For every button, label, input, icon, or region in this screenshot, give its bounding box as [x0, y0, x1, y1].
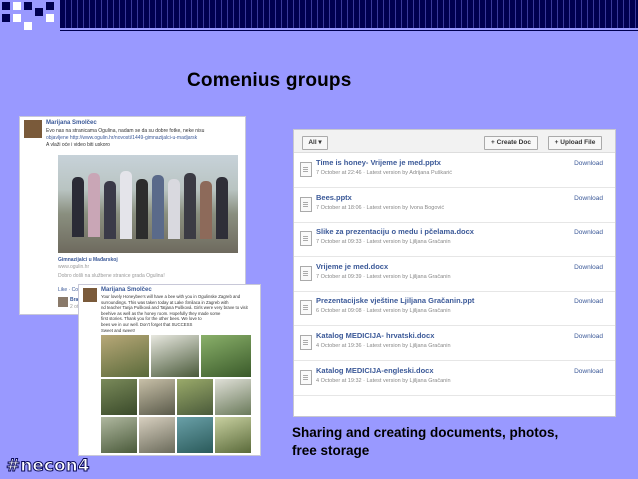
document-icon [300, 231, 312, 247]
doc-name-link[interactable]: Katalog MEDICIJA-engleski.docx [316, 366, 434, 375]
document-icon [300, 196, 312, 212]
doc-meta: 6 October at 09:08 · Latest version by L… [316, 308, 451, 315]
post-text-line: A vlaži oće i video biti uskoro [46, 142, 110, 148]
document-icon [300, 369, 312, 385]
caption-line: free storage [292, 443, 370, 458]
link-description: Dobro došli na službene stranice grada O… [58, 273, 165, 279]
conference-logo: #necon4 [6, 456, 91, 477]
doc-meta: 7 October at 18:06 · Latest version by I… [316, 204, 445, 211]
doc-name-link[interactable]: Time is honey- Vrijeme je med.pptx [316, 158, 441, 167]
post-text-line: Your lovely Honeybee's will have a bee w… [101, 294, 241, 299]
decor-square [24, 2, 32, 10]
photo-thumbnail[interactable] [101, 335, 149, 377]
link-title[interactable]: Gimnazijalci u Mađarskoj [58, 257, 238, 264]
avatar [83, 288, 97, 302]
person-figure [88, 173, 100, 237]
photo-thumbnail[interactable] [101, 379, 137, 415]
download-link[interactable]: Download [574, 229, 603, 236]
photo-thumbnail[interactable] [139, 379, 175, 415]
photo-thumbnail[interactable] [139, 417, 175, 453]
doc-list-item[interactable]: Vrijeme je med.docx 7 October at 09:39 · … [294, 257, 615, 292]
upload-file-button[interactable]: + Upload File [548, 136, 602, 150]
decor-square [46, 14, 54, 22]
create-doc-button[interactable]: + Create Doc [484, 136, 538, 150]
photo-grid [101, 335, 251, 453]
post-author: Marijana Smolčec [101, 287, 152, 293]
download-link[interactable]: Download [574, 333, 603, 340]
document-icon [300, 265, 312, 281]
header-rule [60, 30, 638, 31]
facebook-post-screenshot: Marijana Smolčec Your lovely Honeybee's … [78, 284, 261, 456]
download-link[interactable]: Download [574, 195, 603, 202]
decor-square [2, 14, 10, 22]
group-photo [58, 155, 238, 253]
document-icon [300, 335, 312, 350]
avatar [24, 120, 42, 138]
decor-square [2, 2, 10, 10]
header-decoration [0, 0, 638, 36]
download-link[interactable]: Download [574, 264, 603, 271]
photo-thumbnail[interactable] [177, 417, 213, 453]
person-figure [168, 179, 180, 239]
person-figure [104, 181, 116, 239]
photo-thumbnail[interactable] [101, 417, 137, 453]
post-text-line: objavljene http://www.ogulin.hr/novosti/… [46, 135, 198, 141]
filter-dropdown[interactable]: All ▾ [302, 136, 328, 150]
doc-meta: 4 October at 19:32 · Latest version by L… [316, 377, 451, 384]
doc-meta: 7 October at 09:39 · Latest version by L… [316, 273, 451, 280]
download-link[interactable]: Download [574, 160, 603, 167]
doc-list-item[interactable]: Slike za prezentaciju o medu i pčelama.d… [294, 222, 615, 258]
comment-avatar [58, 297, 68, 307]
post-text: Evo nas na stranicama Ogulina, nadam se … [46, 128, 242, 149]
photo-thumbnail[interactable] [215, 417, 251, 453]
doc-list-item[interactable]: Bees.pptx 7 October at 18:06 · Latest ver… [294, 188, 615, 223]
doc-list-item[interactable]: Prezentacijske vještine Ljiljana Gračani… [294, 291, 615, 327]
group-docs-panel: All ▾ + Create Doc + Upload File Time is… [293, 129, 616, 417]
caption-line: Sharing and creating documents, photos, [292, 425, 559, 440]
link-url: www.ogulin.hr [58, 264, 90, 270]
doc-meta: 7 October at 09:33 · Latest version by L… [316, 239, 451, 246]
person-figure [216, 177, 228, 239]
docs-toolbar: All ▾ + Create Doc + Upload File [294, 130, 615, 153]
decor-square [46, 2, 54, 10]
person-figure [200, 181, 212, 239]
document-icon [300, 300, 312, 316]
post-text-line: Sweet and sweet! [101, 327, 135, 333]
post-text-line: Evo nas na stranicama Ogulina, nadam se … [46, 128, 205, 134]
photo-thumbnail[interactable] [201, 335, 251, 377]
decor-square [13, 14, 21, 22]
doc-list-item[interactable]: Time is honey- Vrijeme je med.pptx 7 Octo… [294, 153, 615, 188]
doc-list-item[interactable]: Katalog MEDICIJA-engleski.docx 4 October … [294, 361, 615, 396]
doc-meta: 4 October at 19:36 · Latest version by L… [316, 343, 451, 349]
post-actions[interactable]: Like · Co [58, 287, 78, 294]
doc-name-link[interactable]: Vrijeme je med.docx [316, 262, 388, 271]
post-text-line: nd teacher Tanja Pušková and Tatjana Puš… [101, 305, 248, 311]
header-stripes [60, 0, 638, 28]
post-author: Marijana Smolčec [46, 120, 97, 126]
person-figure [152, 175, 164, 239]
person-figure [184, 173, 196, 239]
doc-name-link[interactable]: Katalog MEDICIJA- hrvatski.docx [316, 331, 434, 340]
slide-caption: Sharing and creating documents, photos, … [292, 424, 622, 460]
person-figure [120, 171, 132, 239]
doc-list-item[interactable]: Katalog MEDICIJA- hrvatski.docx 4 October… [294, 326, 615, 361]
download-link[interactable]: Download [574, 368, 603, 375]
doc-meta: 7 October at 22:46 · Latest version by A… [316, 170, 453, 176]
doc-name-link[interactable]: Slike za prezentaciju o medu i pčelama.d… [316, 227, 474, 236]
slide-title: Comenius groups [187, 70, 352, 91]
post-text: Your lovely Honeybee's will have a bee w… [101, 294, 257, 333]
doc-name-link[interactable]: Bees.pptx [316, 193, 352, 202]
decor-square [13, 2, 21, 10]
photo-thumbnail[interactable] [151, 335, 199, 377]
decor-square [35, 8, 43, 16]
person-figure [136, 179, 148, 239]
photo-thumbnail[interactable] [215, 379, 251, 415]
link-preview[interactable]: Gimnazijalci u Mađarskoj www.ogulin.hr D… [58, 257, 238, 280]
person-figure [72, 177, 84, 237]
download-link[interactable]: Download [574, 298, 603, 305]
doc-name-link[interactable]: Prezentacijske vještine Ljiljana Gračani… [316, 296, 474, 305]
decor-square [24, 22, 32, 30]
document-icon [300, 162, 312, 177]
photo-thumbnail[interactable] [177, 379, 213, 415]
